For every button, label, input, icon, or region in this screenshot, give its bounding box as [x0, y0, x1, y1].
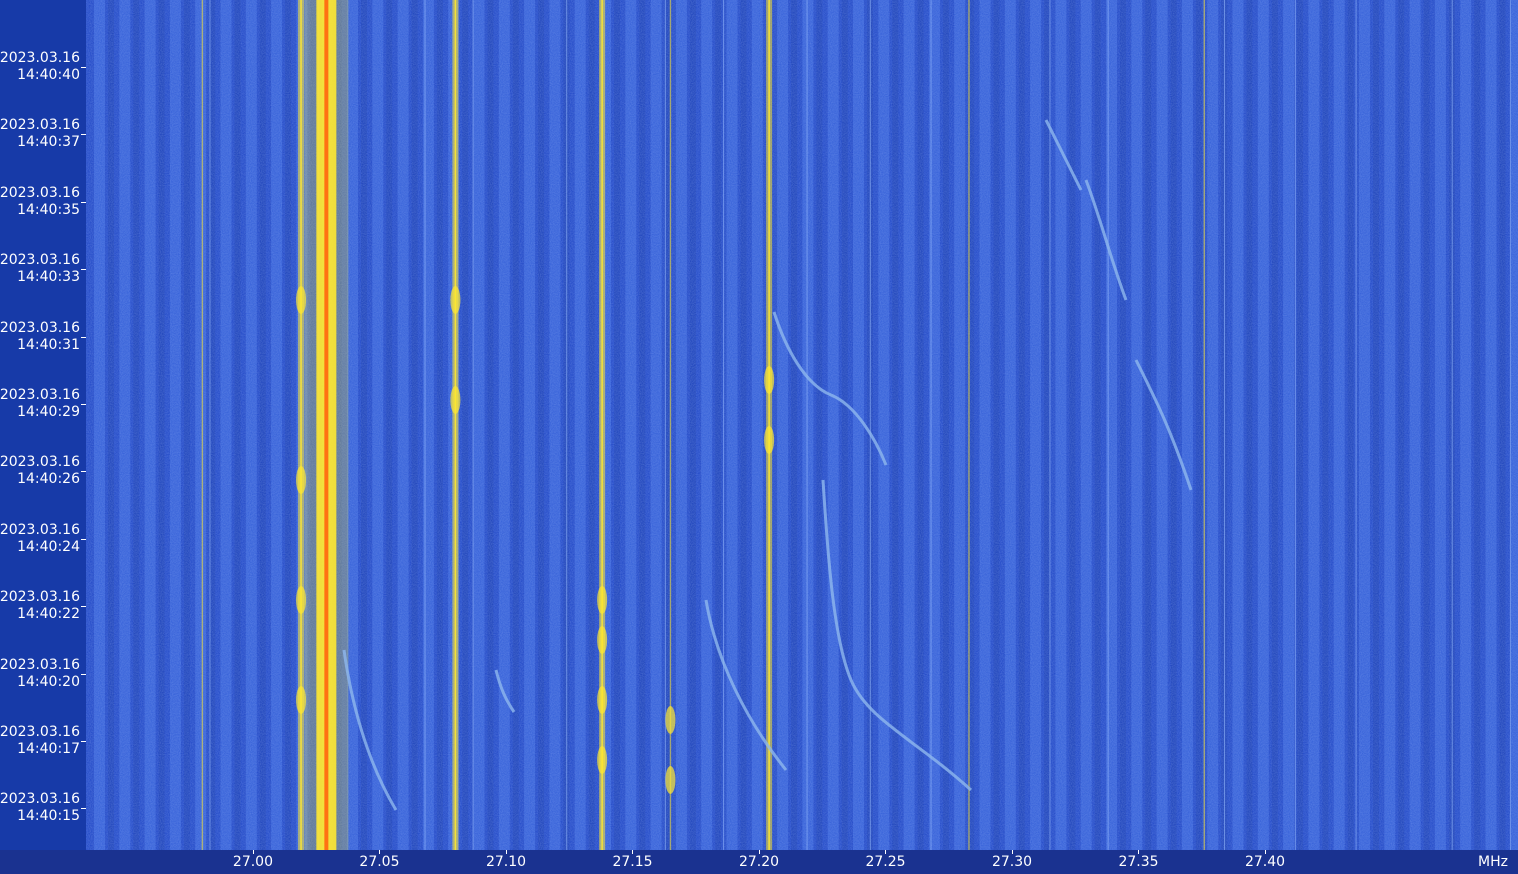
time-label: 2023.03.16 14:40:31	[0, 320, 80, 354]
time-label-time: 14:40:33	[17, 269, 80, 286]
signal-burst	[764, 426, 775, 454]
time-label-time: 14:40:24	[17, 538, 80, 555]
frequency-tick-label: 27.05	[359, 854, 400, 870]
time-label: 2023.03.16 14:40:20	[0, 657, 80, 691]
frequency-tick-label: 27.25	[865, 854, 906, 870]
time-label-time: 14:40:37	[17, 134, 80, 151]
time-label-date: 2023.03.16	[0, 656, 80, 673]
waterfall-spectrogram[interactable]	[86, 0, 1518, 850]
time-label-date: 2023.03.16	[0, 387, 80, 403]
time-label-time: 14:40:15	[17, 808, 80, 825]
time-label-date: 2023.03.16	[0, 50, 80, 66]
signal-burst	[665, 706, 676, 734]
time-label-date: 2023.03.16	[0, 184, 80, 201]
time-label: 2023.03.16 14:40:22	[0, 589, 80, 623]
time-label-time: 14:40:31	[17, 336, 80, 353]
frequency-axis: MHz 27.00 27.05 27.10 27.15 27.20 27.25 27.30 2…	[0, 850, 1518, 874]
signal-burst	[764, 366, 775, 394]
signal-burst	[597, 626, 608, 654]
frequency-tick-label: 27.20	[738, 854, 780, 870]
time-label-time: 14:40:29	[17, 404, 80, 420]
time-label-time: 14:40:20	[17, 673, 80, 690]
frequency-tick-label: 27.30	[991, 854, 1033, 870]
time-label: 2023.03.16 14:40:33	[0, 252, 80, 286]
signal-burst	[597, 746, 608, 774]
time-label-time: 14:40:26	[17, 471, 80, 488]
time-label-time: 14:40:17	[17, 741, 80, 757]
frequency-tick-label: 27.40	[1244, 854, 1286, 870]
time-label-date: 2023.03.16	[0, 521, 80, 538]
signal-burst	[296, 286, 307, 314]
signal-burst	[296, 686, 307, 714]
waterfall-canvas	[86, 0, 1518, 850]
time-label: 2023.03.16 14:40:17	[0, 724, 80, 758]
time-label-time: 14:40:22	[17, 606, 80, 623]
frequency-unit-label: MHz	[1478, 854, 1508, 870]
time-label: 2023.03.16 14:40:35	[0, 185, 80, 219]
frequency-tick-label: 27.35	[1118, 854, 1159, 870]
frequency-tick-label: 27.15	[612, 854, 653, 870]
signal-burst	[450, 286, 461, 314]
time-label-date: 2023.03.16	[0, 454, 80, 471]
time-label: 2023.03.16 14:40:29	[0, 387, 80, 421]
time-axis: 2023.03.16 14:40:40 2023.03.16 14:40:37 2023…	[0, 0, 86, 850]
signal-burst	[665, 766, 676, 794]
time-label-time: 14:40:35	[17, 201, 80, 218]
time-label: 2023.03.16 14:40:15	[0, 791, 80, 825]
time-label-date: 2023.03.16	[0, 117, 80, 134]
frequency-tick-label: 27.10	[485, 854, 527, 870]
time-label-date: 2023.03.16	[0, 724, 80, 740]
signal-peak	[324, 0, 329, 850]
signal-burst	[296, 466, 307, 494]
time-label-time: 14:40:40	[17, 67, 80, 83]
time-label: 2023.03.16 14:40:24	[0, 522, 80, 556]
time-label-date: 2023.03.16	[0, 791, 80, 808]
time-label: 2023.03.16 14:40:40	[0, 50, 80, 84]
signal-burst	[597, 686, 608, 714]
signal-burst	[296, 586, 307, 614]
time-label: 2023.03.16 14:40:26	[0, 454, 80, 488]
signal-burst	[450, 386, 461, 414]
signal-burst	[597, 586, 608, 614]
time-label: 2023.03.16 14:40:37	[0, 117, 80, 151]
time-label-date: 2023.03.16	[0, 319, 80, 336]
time-label-date: 2023.03.16	[0, 252, 80, 269]
frequency-tick-label: 27.00	[232, 854, 274, 870]
time-label-date: 2023.03.16	[0, 589, 80, 606]
